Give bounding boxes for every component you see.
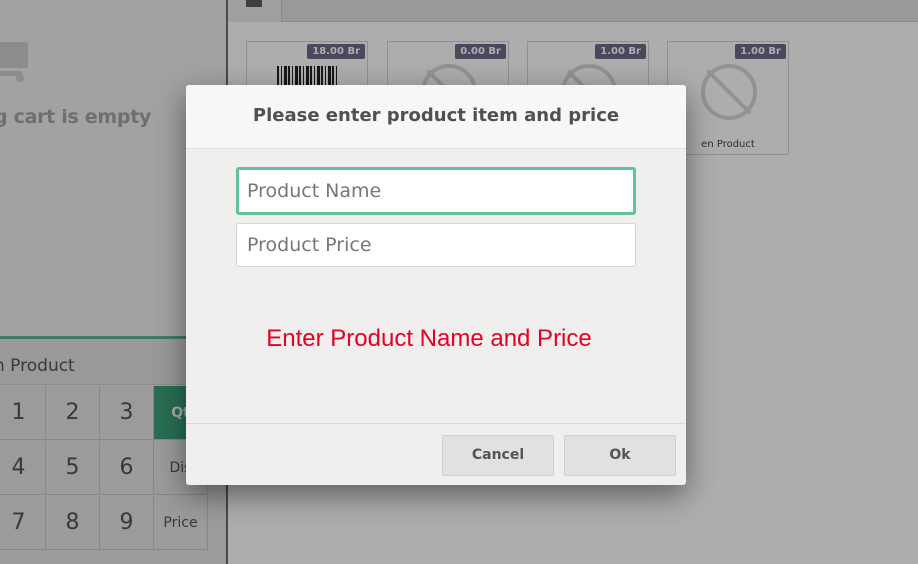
- cancel-button[interactable]: Cancel: [442, 435, 554, 476]
- ok-button[interactable]: Ok: [564, 435, 676, 476]
- product-entry-dialog: Please enter product item and price Ente…: [186, 85, 686, 485]
- product-price-input[interactable]: [236, 223, 636, 267]
- product-name-input[interactable]: [236, 167, 636, 215]
- dialog-title: Please enter product item and price: [252, 105, 620, 126]
- validation-message: Enter Product Name and Price: [266, 325, 592, 352]
- dialog-footer: Cancel Ok: [186, 423, 686, 485]
- dialog-header: Please enter product item and price: [186, 85, 686, 149]
